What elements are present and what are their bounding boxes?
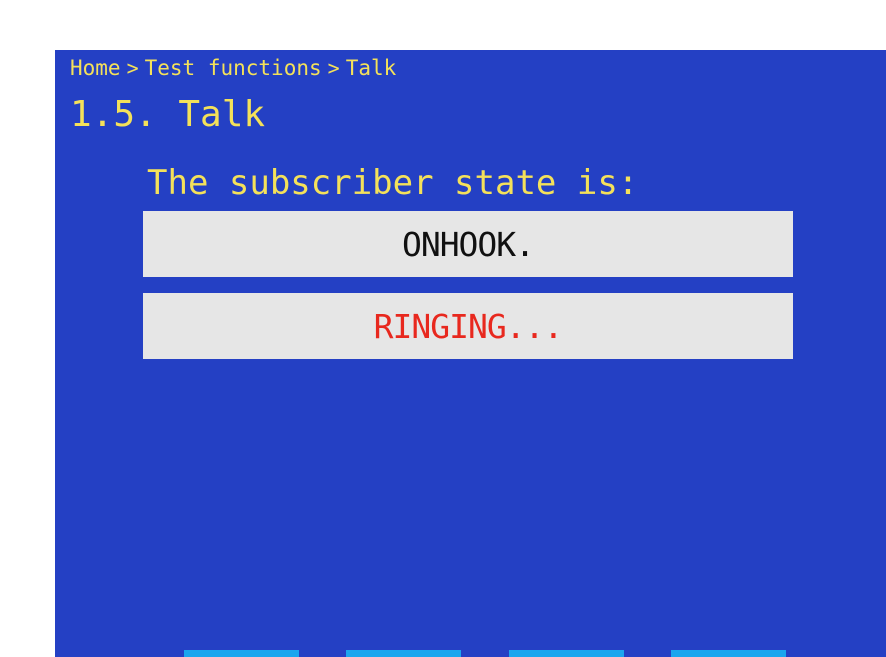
breadcrumb-separator-icon: > [327,56,340,80]
state-label-ringing: RINGING... [373,306,564,346]
device-screen: Home > Test functions > Talk 1.5. Talk T… [55,50,886,657]
softkey-4[interactable] [671,650,786,657]
softkey-3[interactable] [509,650,624,657]
state-box-onhook: ONHOOK. [143,211,793,277]
breadcrumb: Home > Test functions > Talk [70,54,396,82]
state-box-ringing: RINGING... [143,293,793,359]
breadcrumb-separator-icon: > [126,56,139,80]
breadcrumb-talk: Talk [345,56,397,80]
breadcrumb-test-functions[interactable]: Test functions [145,56,322,80]
page-title: 1.5. Talk [70,94,266,135]
softkey-2[interactable] [346,650,461,657]
state-label-onhook: ONHOOK. [401,224,535,264]
subscriber-state-prompt: The subscriber state is: [147,163,639,203]
breadcrumb-home[interactable]: Home [70,56,121,80]
softkey-1[interactable] [184,650,299,657]
